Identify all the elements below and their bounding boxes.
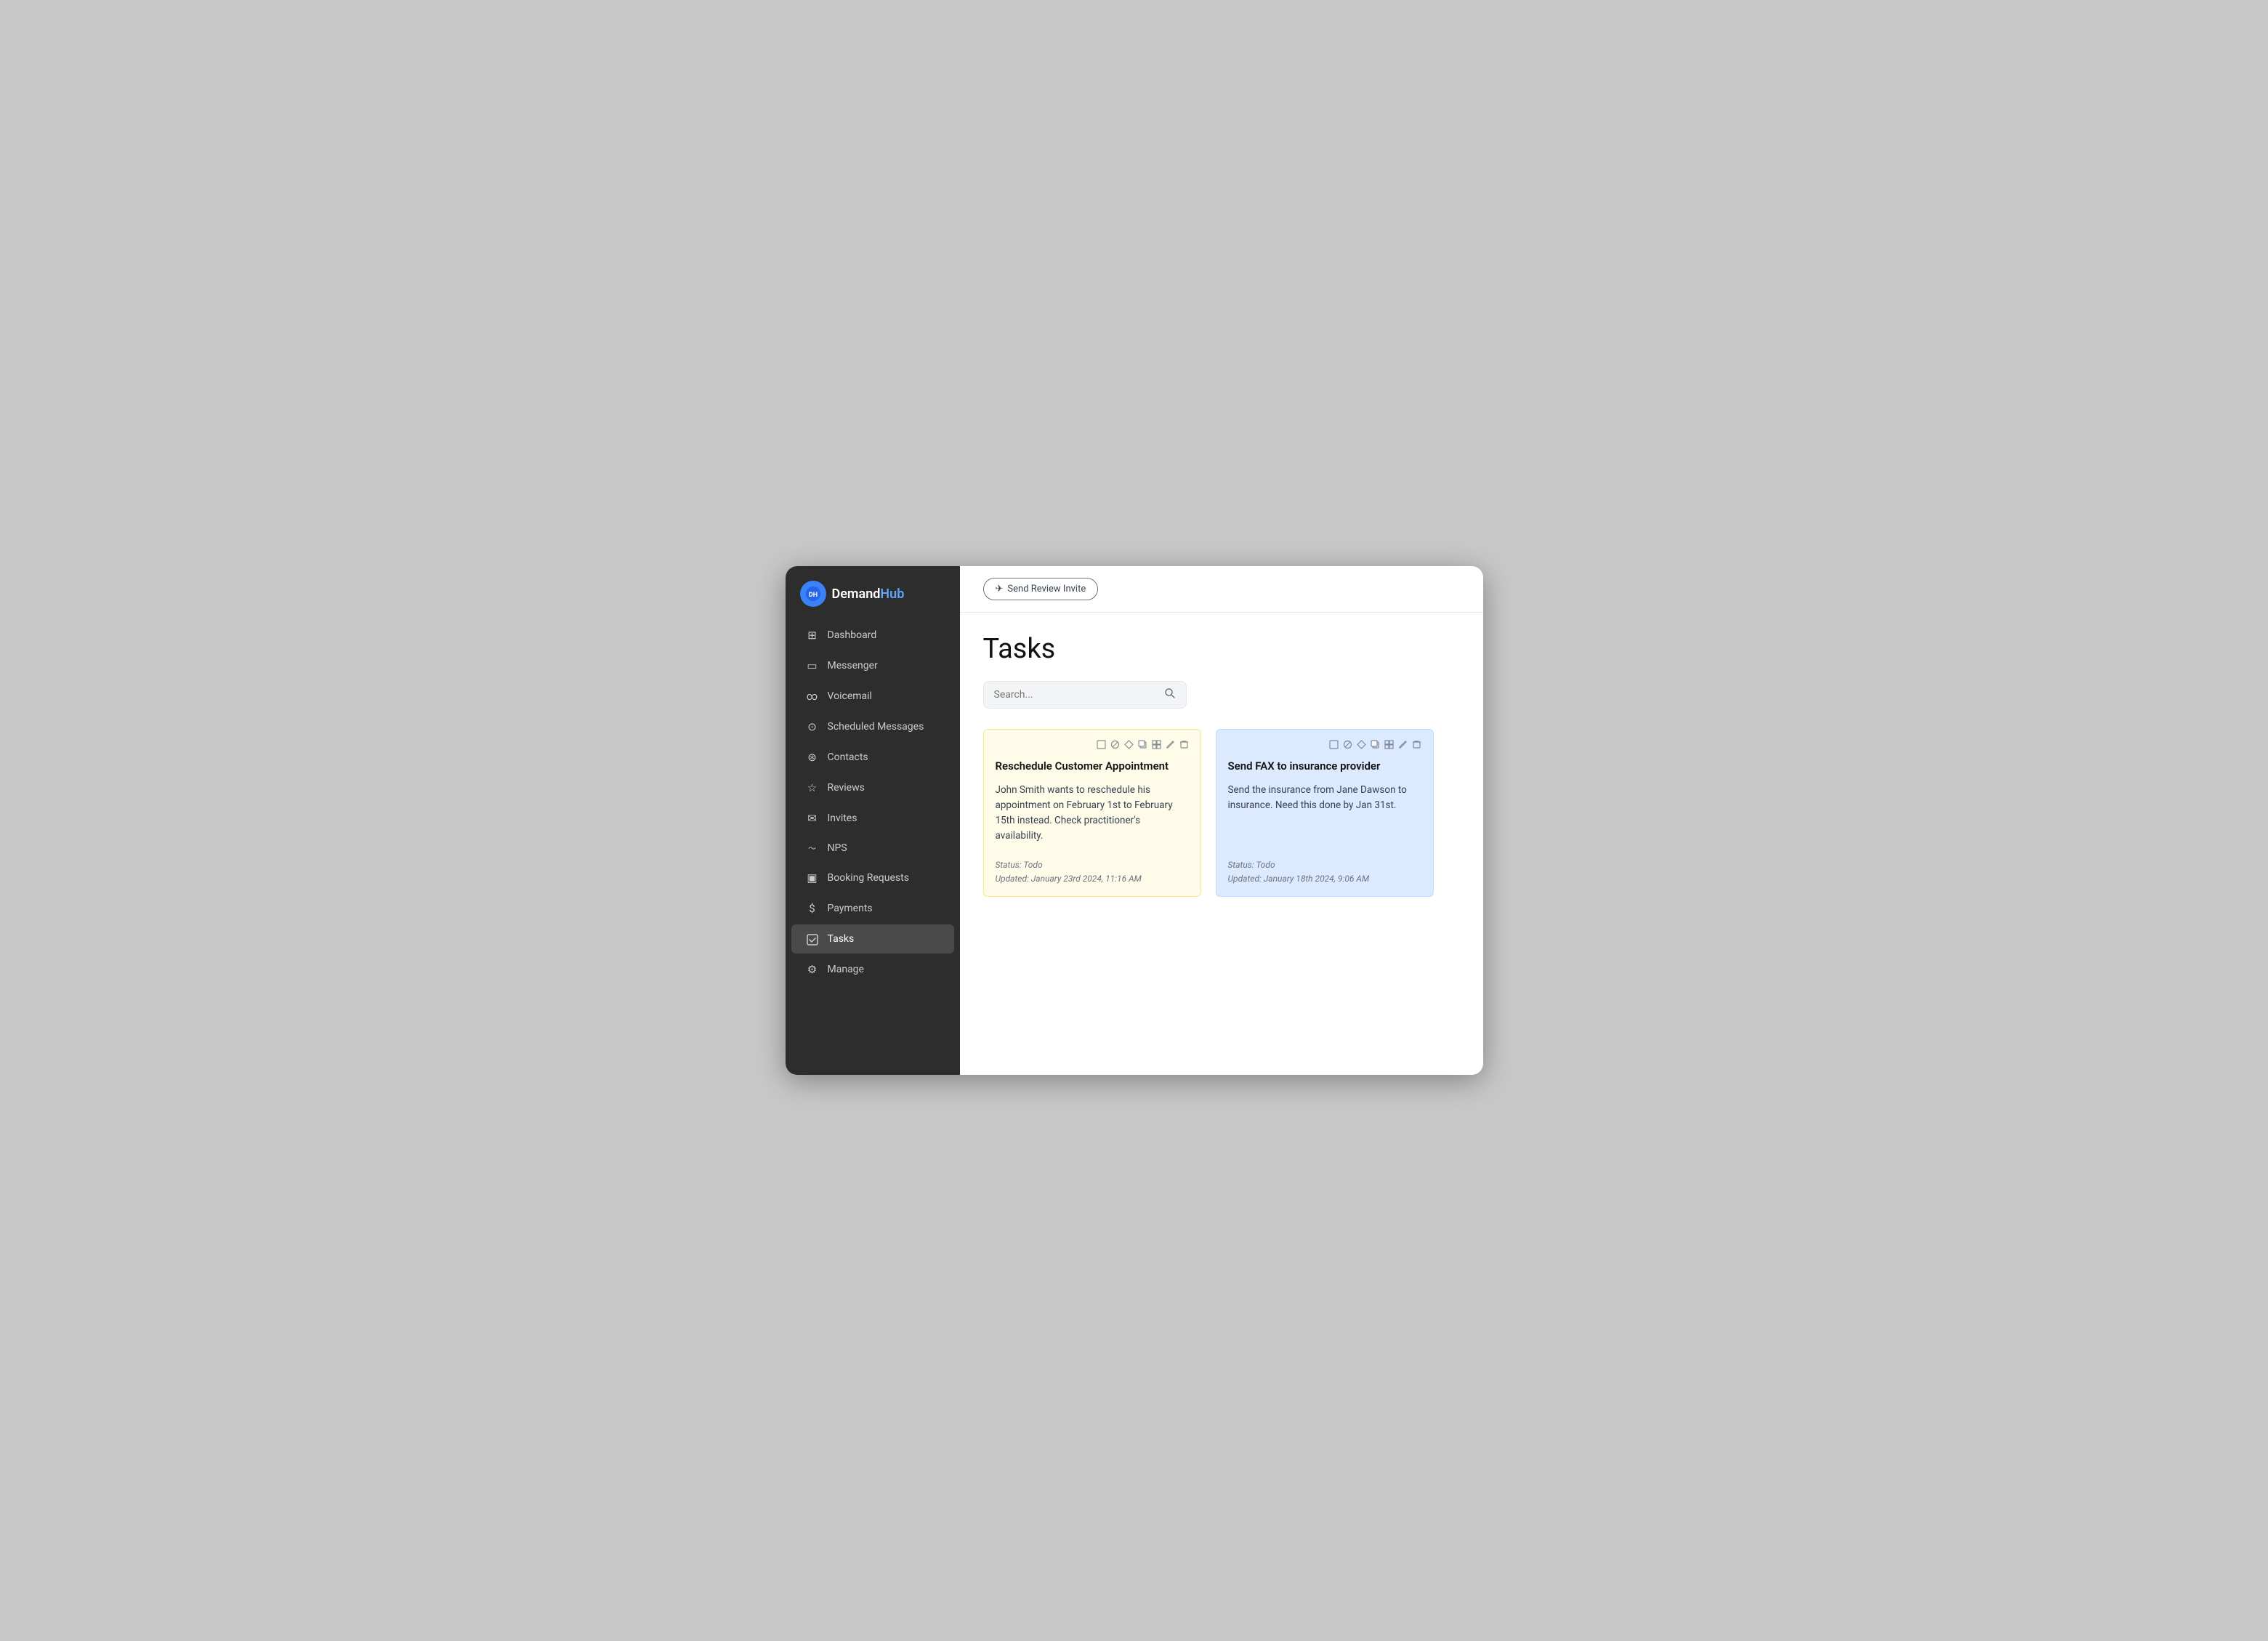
diamond-icon[interactable]	[1124, 740, 1134, 751]
logo-text: DemandHub	[832, 586, 905, 602]
nps-icon: 〜	[806, 842, 819, 854]
task-2-footer: Status: Todo Updated: January 18th 2024,…	[1228, 858, 1421, 886]
sidebar-item-messenger[interactable]: ▭ Messenger	[791, 651, 954, 680]
delete-icon[interactable]	[1179, 740, 1189, 751]
tasks-grid: Reschedule Customer Appointment John Smi…	[983, 729, 1460, 897]
scheduled-messages-icon: ⊙	[806, 720, 819, 733]
sidebar-item-contacts[interactable]: ⊛ Contacts	[791, 743, 954, 772]
search-input[interactable]	[994, 689, 1158, 701]
card-toolbar-2	[1228, 740, 1421, 751]
task-2-status: Status: Todo	[1228, 858, 1421, 872]
app-window: DH DemandHub ⊞ Dashboard ▭ Messenger ∞ V…	[786, 566, 1483, 1075]
sidebar-item-label: NPS	[828, 842, 847, 854]
send-review-invite-button[interactable]: ✈ Send Review Invite	[983, 578, 1099, 600]
grid-icon[interactable]	[1152, 740, 1161, 751]
ban-icon-2[interactable]	[1343, 740, 1352, 751]
task-1-footer: Status: Todo Updated: January 23rd 2024,…	[996, 858, 1189, 886]
task-1-updated: Updated: January 23rd 2024, 11:16 AM	[996, 872, 1189, 886]
task-2-updated: Updated: January 18th 2024, 9:06 AM	[1228, 872, 1421, 886]
sidebar-item-label: Booking Requests	[828, 872, 909, 884]
card-toolbar-1	[996, 740, 1189, 751]
sidebar-item-label: Tasks	[828, 933, 855, 945]
copy-icon[interactable]	[1138, 740, 1147, 751]
bookmark-icon[interactable]	[1097, 740, 1106, 751]
task-2-description: Send the insurance from Jane Dawson to i…	[1228, 783, 1421, 844]
sidebar-item-label: Payments	[828, 903, 873, 914]
sidebar-item-tasks[interactable]: Tasks	[791, 924, 954, 953]
page-body: Tasks	[960, 613, 1483, 1075]
search-icon	[1164, 688, 1176, 702]
sidebar-item-label: Voicemail	[828, 690, 872, 702]
search-bar[interactable]	[983, 681, 1187, 709]
messenger-icon: ▭	[806, 659, 819, 672]
send-icon: ✈	[996, 584, 1004, 594]
logo: DH DemandHub	[786, 566, 960, 620]
sidebar-item-nps[interactable]: 〜 NPS	[791, 834, 954, 862]
payments-icon: $	[806, 902, 819, 915]
dashboard-icon: ⊞	[806, 629, 819, 642]
sidebar-item-voicemail[interactable]: ∞ Voicemail	[791, 682, 954, 711]
delete-icon-2[interactable]	[1412, 740, 1421, 751]
voicemail-icon: ∞	[806, 690, 819, 703]
edit-icon[interactable]	[1166, 740, 1175, 751]
task-1-status: Status: Todo	[996, 858, 1189, 872]
copy-icon-2[interactable]	[1371, 740, 1380, 751]
task-card-2: Send FAX to insurance provider Send the …	[1216, 729, 1434, 897]
reviews-icon: ☆	[806, 781, 819, 794]
task-1-title: Reschedule Customer Appointment	[996, 759, 1189, 774]
sidebar-item-label: Dashboard	[828, 629, 877, 641]
sidebar-item-dashboard[interactable]: ⊞ Dashboard	[791, 621, 954, 650]
edit-icon-2[interactable]	[1398, 740, 1408, 751]
diamond-icon-2[interactable]	[1357, 740, 1366, 751]
svg-text:DH: DH	[808, 592, 817, 599]
sidebar: DH DemandHub ⊞ Dashboard ▭ Messenger ∞ V…	[786, 566, 960, 1075]
sidebar-item-manage[interactable]: ⚙ Manage	[791, 955, 954, 984]
task-2-title: Send FAX to insurance provider	[1228, 759, 1421, 774]
grid-icon-2[interactable]	[1384, 740, 1394, 751]
sidebar-item-reviews[interactable]: ☆ Reviews	[791, 773, 954, 802]
top-bar: ✈ Send Review Invite	[960, 566, 1483, 613]
logo-icon: DH	[800, 581, 826, 607]
tasks-icon	[806, 932, 819, 946]
sidebar-item-payments[interactable]: $ Payments	[791, 894, 954, 923]
bookmark-icon-2[interactable]	[1329, 740, 1339, 751]
sidebar-item-label: Manage	[828, 964, 864, 975]
sidebar-item-booking-requests[interactable]: ▣ Booking Requests	[791, 863, 954, 892]
manage-icon: ⚙	[806, 963, 819, 976]
sidebar-nav: ⊞ Dashboard ▭ Messenger ∞ Voicemail ⊙ Sc…	[786, 620, 960, 1063]
main-content: ✈ Send Review Invite Tasks	[960, 566, 1483, 1075]
sidebar-item-label: Messenger	[828, 660, 878, 672]
sidebar-item-label: Invites	[828, 813, 857, 824]
contacts-icon: ⊛	[806, 751, 819, 764]
ban-icon[interactable]	[1110, 740, 1120, 751]
invites-icon: ✉	[806, 812, 819, 825]
sidebar-item-invites[interactable]: ✉ Invites	[791, 804, 954, 833]
page-title: Tasks	[983, 633, 1460, 665]
task-1-description: John Smith wants to reschedule his appoi…	[996, 783, 1189, 844]
sidebar-item-label: Scheduled Messages	[828, 721, 924, 733]
task-card-1: Reschedule Customer Appointment John Smi…	[983, 729, 1201, 897]
sidebar-item-label: Reviews	[828, 782, 865, 794]
sidebar-item-label: Contacts	[828, 751, 868, 763]
booking-requests-icon: ▣	[806, 871, 819, 884]
sidebar-item-scheduled-messages[interactable]: ⊙ Scheduled Messages	[791, 712, 954, 741]
